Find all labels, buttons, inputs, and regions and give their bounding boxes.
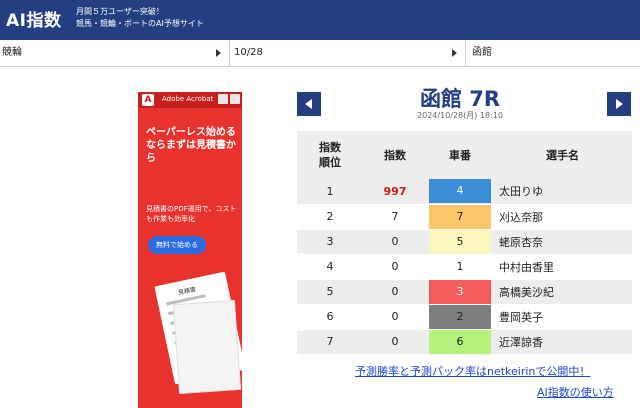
advertisement-banner[interactable]: A Adobe Acrobat ペーパーレス始めるならまずは見積書から 見積書の… bbox=[138, 92, 242, 408]
cell-bike: 1 bbox=[427, 254, 493, 280]
bike-number-badge: 1 bbox=[429, 254, 491, 279]
caret-right-icon bbox=[452, 49, 457, 57]
cell-score: 0 bbox=[363, 229, 427, 255]
bike-number-badge: 7 bbox=[429, 204, 491, 229]
arrow-left-icon bbox=[305, 99, 312, 109]
cell-rank: 5 bbox=[297, 279, 363, 305]
table-row[interactable]: 5 0 3 高橋美沙紀 bbox=[297, 279, 632, 305]
cell-rider-name[interactable]: 太田りゆ bbox=[493, 179, 632, 205]
cell-rank: 3 bbox=[297, 229, 363, 255]
sport-selector-value: 競輪 bbox=[2, 47, 22, 58]
cell-rank: 2 bbox=[297, 204, 363, 230]
sport-selector[interactable]: 競輪 bbox=[0, 40, 230, 66]
cell-score: 0 bbox=[363, 304, 427, 330]
header-rank-label: 指数順位 bbox=[319, 141, 341, 169]
table-row[interactable]: 7 0 6 近澤諒香 bbox=[297, 329, 632, 355]
table-header-row: 指数順位 指数 車番 選手名 bbox=[297, 131, 632, 179]
site-tagline: 月間５万ユーザー突破！ 競馬・競輪・ボートのAI予想サイト bbox=[76, 6, 204, 30]
cell-rider-name[interactable]: 高橋美沙紀 bbox=[493, 279, 632, 305]
bike-number-badge: 2 bbox=[429, 304, 491, 329]
ad-headline: ペーパーレス始めるならまずは見積書から bbox=[146, 127, 236, 164]
prediction-rates-link[interactable]: 予測勝率と予測パック率はnetkeirinで公開中！ bbox=[355, 363, 590, 379]
header-bike: 車番 bbox=[427, 131, 493, 179]
table-row[interactable]: 2 7 7 刈込奈那 bbox=[297, 204, 632, 230]
cell-rider-name[interactable]: 蛯原杏奈 bbox=[493, 229, 632, 255]
venue-selector-value: 函館 bbox=[472, 47, 492, 58]
cell-rider-name[interactable]: 刈込奈那 bbox=[493, 204, 632, 230]
site-header: AI指数 月間５万ユーザー突破！ 競馬・競輪・ボートのAI予想サイト bbox=[0, 0, 640, 40]
cell-rider-name[interactable]: 豊岡英子 bbox=[493, 304, 632, 330]
bike-number-badge: 3 bbox=[429, 279, 491, 304]
cell-score: 997 bbox=[363, 179, 427, 205]
cell-rank: 4 bbox=[297, 254, 363, 280]
venue-selector[interactable]: 函館 bbox=[470, 40, 640, 66]
cell-bike: 7 bbox=[427, 204, 493, 230]
ad-body: 見積書のPDF運用で、コストも作業も効率化 bbox=[146, 205, 237, 223]
header-rank: 指数順位 bbox=[297, 131, 363, 179]
prev-race-button[interactable] bbox=[297, 92, 321, 116]
ad-brand: Adobe Acrobat bbox=[162, 95, 214, 103]
cell-score: 7 bbox=[363, 204, 427, 230]
ad-close-icon[interactable] bbox=[230, 94, 240, 104]
cell-score: 0 bbox=[363, 329, 427, 355]
header-score: 指数 bbox=[363, 131, 427, 179]
site-logo[interactable]: AI指数 bbox=[6, 6, 61, 31]
acrobat-logo-icon: A bbox=[142, 94, 154, 106]
cell-bike: 2 bbox=[427, 304, 493, 330]
table-row[interactable]: 1 997 4 太田りゆ bbox=[297, 179, 632, 205]
ad-doc-title: 見積書 bbox=[177, 286, 197, 297]
table-row[interactable]: 6 0 2 豊岡英子 bbox=[297, 304, 632, 330]
ad-top-bar: A Adobe Acrobat bbox=[138, 92, 242, 108]
ad-document-back bbox=[172, 299, 242, 395]
cell-rider-name[interactable]: 中村由香里 bbox=[493, 254, 632, 280]
tagline-line-2: 競馬・競輪・ボートのAI予想サイト bbox=[76, 19, 204, 28]
cell-bike: 5 bbox=[427, 229, 493, 255]
cell-bike: 3 bbox=[427, 279, 493, 305]
cell-score: 0 bbox=[363, 279, 427, 305]
bike-number-badge: 5 bbox=[429, 229, 491, 254]
caret-right-icon bbox=[216, 49, 221, 57]
table-row[interactable]: 4 0 1 中村由香里 bbox=[297, 254, 632, 280]
tagline-line-1: 月間５万ユーザー突破！ bbox=[76, 7, 164, 16]
cell-rank: 6 bbox=[297, 304, 363, 330]
date-selector[interactable]: 10/28 bbox=[232, 40, 466, 66]
ad-info-icon[interactable] bbox=[218, 94, 228, 104]
cell-bike: 6 bbox=[427, 329, 493, 355]
header-name: 選手名 bbox=[493, 131, 632, 179]
bike-number-badge: 6 bbox=[429, 329, 491, 354]
cell-rank: 1 bbox=[297, 179, 363, 205]
bike-number-badge: 4 bbox=[429, 179, 491, 204]
ai-index-table: 指数順位 指数 車番 選手名 1 997 4 太田りゆ 2 7 7 刈込奈那 3 0 5 蛯原杏奈 4 0… bbox=[297, 131, 632, 355]
ad-cta-button[interactable]: 無料で始める bbox=[148, 236, 206, 254]
how-to-use-link[interactable]: AI指数の使い方 bbox=[537, 384, 614, 400]
cell-rider-name[interactable]: 近澤諒香 bbox=[493, 329, 632, 355]
cell-bike: 4 bbox=[427, 179, 493, 205]
cell-rank: 7 bbox=[297, 329, 363, 355]
cell-score: 0 bbox=[363, 254, 427, 280]
race-selector-bar: 競輪 10/28 函館 bbox=[0, 40, 640, 67]
table-row[interactable]: 3 0 5 蛯原杏奈 bbox=[297, 229, 632, 255]
next-race-button[interactable] bbox=[607, 92, 631, 116]
race-title: 函館 7R bbox=[419, 87, 501, 111]
date-selector-value: 10/28 bbox=[234, 47, 263, 58]
arrow-right-icon bbox=[616, 99, 623, 109]
race-datetime: 2024/10/28(月) 18:10 bbox=[417, 111, 503, 120]
